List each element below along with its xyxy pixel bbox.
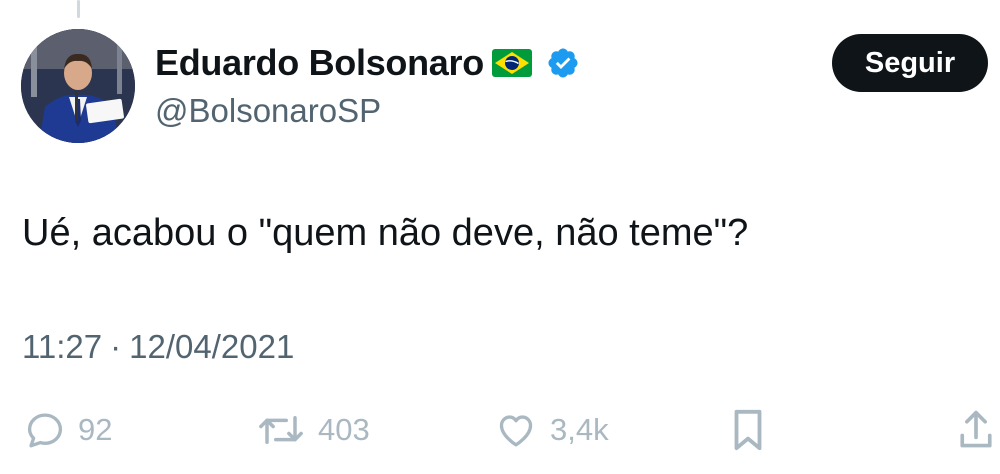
bookmark-button[interactable] <box>728 402 768 458</box>
thread-connector-line <box>77 0 80 18</box>
avatar[interactable] <box>21 29 135 143</box>
reply-count: 92 <box>78 412 113 447</box>
reply-icon <box>27 413 63 448</box>
tweet-text: Ué, acabou o "quem não deve, não teme"? <box>22 212 749 254</box>
share-icon <box>960 410 992 448</box>
retweet-icon <box>259 416 303 444</box>
retweet-count: 403 <box>318 412 370 447</box>
retweet-button[interactable]: 403 <box>256 402 370 458</box>
timestamp-separator: · <box>110 328 122 365</box>
author-name-row: Eduardo Bolsonaro <box>155 40 580 86</box>
tweet-date: 12/04/2021 <box>129 328 295 365</box>
brazil-flag-icon <box>491 49 532 77</box>
reply-button[interactable]: 92 <box>24 402 112 458</box>
verified-badge-icon[interactable] <box>546 46 580 80</box>
tweet-time: 11:27 <box>22 328 103 365</box>
like-button[interactable]: 3,4k <box>494 402 609 458</box>
author-handle[interactable]: @BolsonaroSP <box>155 92 381 130</box>
avatar-photo <box>21 29 135 143</box>
tweet-timestamp[interactable]: 11:27 · 12/04/2021 <box>22 328 294 366</box>
follow-button[interactable]: Seguir <box>832 34 988 92</box>
share-button[interactable] <box>956 402 996 458</box>
bookmark-icon <box>734 409 762 451</box>
heart-icon <box>499 415 533 447</box>
like-count: 3,4k <box>550 412 609 447</box>
author-display-name[interactable]: Eduardo Bolsonaro <box>155 42 484 84</box>
